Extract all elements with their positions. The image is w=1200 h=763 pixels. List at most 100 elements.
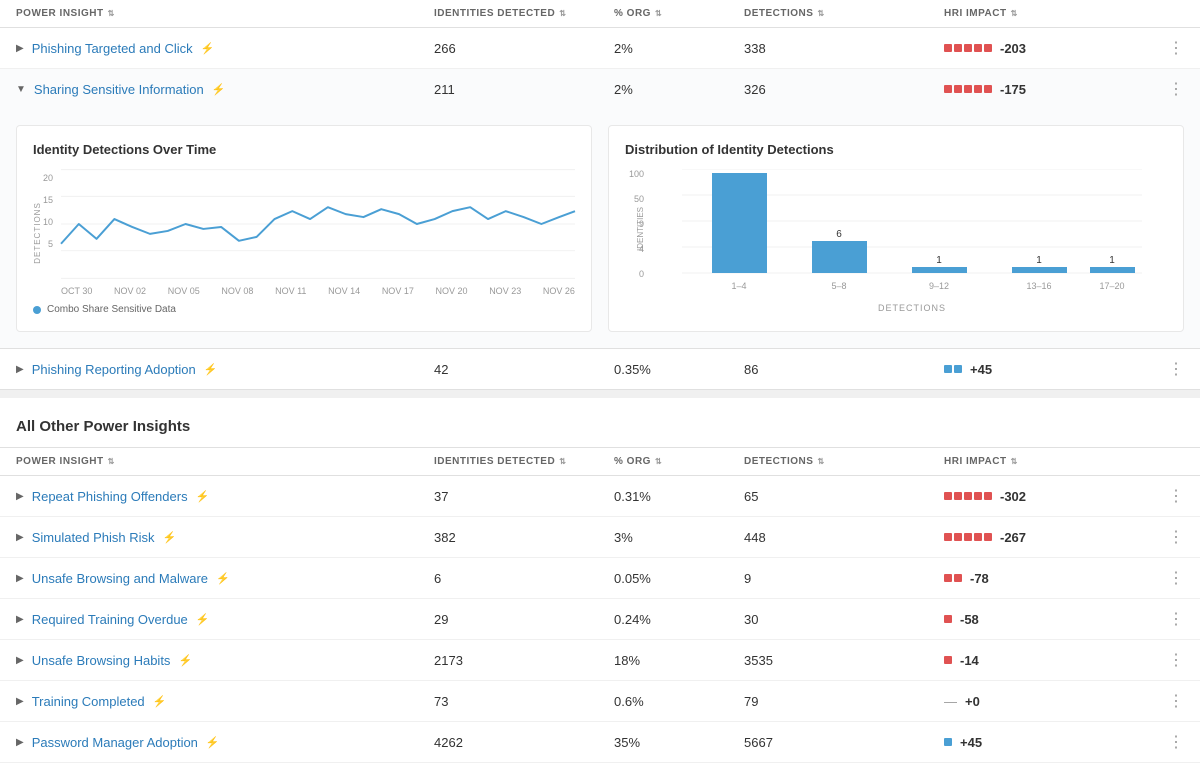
other-row-5: ▶ Training Completed ⚡ 73 0.6% 79 — +0 ⋮ <box>0 681 1200 722</box>
bar-y-50: 50 <box>634 194 644 204</box>
link-other-4[interactable]: Unsafe Browsing Habits <box>32 653 171 668</box>
y-tick-5: 5 <box>48 239 53 249</box>
link-phishing-reporting[interactable]: Phishing Reporting Adoption <box>32 362 196 377</box>
dot-other-2-0 <box>944 574 952 582</box>
dot-other-1-4 <box>984 533 992 541</box>
more-other-5[interactable]: ⋮ <box>1144 691 1184 711</box>
link-other-2[interactable]: Unsafe Browsing and Malware <box>32 571 208 586</box>
link-sharing[interactable]: Sharing Sensitive Information <box>34 82 204 97</box>
more-other-4[interactable]: ⋮ <box>1144 650 1184 670</box>
label-other-6: ▶ Password Manager Adoption ⚡ <box>16 735 434 750</box>
dot1-row1 <box>944 44 952 52</box>
ids-other-5: 73 <box>434 694 614 709</box>
expand-other-4[interactable]: ▶ <box>16 655 24 666</box>
legend-dot <box>33 306 41 314</box>
det-other-1: 448 <box>744 530 944 545</box>
legend-label: Combo Share Sensitive Data <box>47 304 176 315</box>
sort-icon-identities: ⇅ <box>559 9 566 18</box>
det-other-0: 65 <box>744 489 944 504</box>
bar-y-0: 0 <box>639 269 644 279</box>
col2-detections[interactable]: Detections ⇅ <box>744 456 944 467</box>
x-axis-label-bar: DETECTIONS <box>657 303 1167 313</box>
link-other-1[interactable]: Simulated Phish Risk <box>32 530 155 545</box>
x-label-nov05: NOV 05 <box>168 286 200 296</box>
col2-power-insight[interactable]: Power Insight ⇅ <box>16 456 434 467</box>
sort-icon-hri: ⇅ <box>1011 9 1018 18</box>
x-label-nov23: NOV 23 <box>489 286 521 296</box>
hri-other-5: — +0 <box>944 694 1144 709</box>
link-other-5[interactable]: Training Completed <box>32 694 145 709</box>
bar-13-16 <box>1012 267 1067 273</box>
expand-other-0[interactable]: ▶ <box>16 491 24 502</box>
x-label-nov08: NOV 08 <box>221 286 253 296</box>
more-other-1[interactable]: ⋮ <box>1144 527 1184 547</box>
impact-value-row1: -203 <box>1000 41 1040 56</box>
dot-other-6-0 <box>944 738 952 746</box>
more-other-6[interactable]: ⋮ <box>1144 732 1184 752</box>
pct-other-2: 0.05% <box>614 571 744 586</box>
dot-other-0-2 <box>964 492 972 500</box>
det-other-2: 9 <box>744 571 944 586</box>
expand-icon-row2[interactable]: ▼ <box>16 84 26 95</box>
expand-other-5[interactable]: ▶ <box>16 696 24 707</box>
other-rows-container: ▶ Repeat Phishing Offenders ⚡ 37 0.31% 6… <box>0 476 1200 763</box>
more-menu-row1[interactable]: ⋮ <box>1144 38 1184 58</box>
expand-other-6[interactable]: ▶ <box>16 737 24 748</box>
dot3-row1 <box>964 44 972 52</box>
identities-row2: 211 <box>434 82 614 97</box>
col2-hri[interactable]: HRI Impact ⇅ <box>944 456 1144 467</box>
link-other-0[interactable]: Repeat Phishing Offenders <box>32 489 188 504</box>
hri-other-2: -78 <box>944 571 1144 586</box>
impact-other-4: -14 <box>960 653 1000 668</box>
bar-chart-title: Distribution of Identity Detections <box>625 142 1167 157</box>
col-power-insight[interactable]: Power Insight ⇅ <box>16 8 434 19</box>
x-labels-line: OCT 30 NOV 02 NOV 05 NOV 08 NOV 11 NOV 1… <box>61 286 575 296</box>
svg-text:9–12: 9–12 <box>929 281 949 291</box>
more-other-2[interactable]: ⋮ <box>1144 568 1184 588</box>
pct-other-3: 0.24% <box>614 612 744 627</box>
impact-other-1: -267 <box>1000 530 1040 545</box>
dot-other-1-3 <box>974 533 982 541</box>
sort2-icon-hri: ⇅ <box>1011 457 1018 466</box>
col-identities-detected[interactable]: Identities Detected ⇅ <box>434 8 614 19</box>
link-phishing-click[interactable]: Phishing Targeted and Click <box>32 41 193 56</box>
dot3-row2 <box>964 85 972 93</box>
col2-pct[interactable]: % Org ⇅ <box>614 456 744 467</box>
bar-y-4: 4 <box>639 244 644 254</box>
dot-other-0-4 <box>984 492 992 500</box>
expand-icon-row1[interactable]: ▶ <box>16 43 24 54</box>
y-tick-10: 10 <box>43 217 53 227</box>
more-menu-reporting[interactable]: ⋮ <box>1144 359 1184 379</box>
more-menu-row2[interactable]: ⋮ <box>1144 79 1184 99</box>
impact-other-6: +45 <box>960 735 1000 750</box>
link-other-6[interactable]: Password Manager Adoption <box>32 735 198 750</box>
more-other-0[interactable]: ⋮ <box>1144 486 1184 506</box>
pct-other-6: 35% <box>614 735 744 750</box>
more-other-3[interactable]: ⋮ <box>1144 609 1184 629</box>
top-table-header: Power Insight ⇅ Identities Detected ⇅ % … <box>0 0 1200 28</box>
bar-chart-svg: 202 1–4 6 5–8 1 9–12 <box>657 169 1167 299</box>
dots-row2 <box>944 85 992 93</box>
col-hri-impact[interactable]: HRI Impact ⇅ <box>944 8 1144 19</box>
expand-other-2[interactable]: ▶ <box>16 573 24 584</box>
expand-other-1[interactable]: ▶ <box>16 532 24 543</box>
expand-icon-reporting[interactable]: ▶ <box>16 364 24 375</box>
main-container: Power Insight ⇅ Identities Detected ⇅ % … <box>0 0 1200 763</box>
bar-5-8 <box>812 241 867 273</box>
lightning-other-3: ⚡ <box>196 613 210 626</box>
pct-other-5: 0.6% <box>614 694 744 709</box>
det-other-6: 5667 <box>744 735 944 750</box>
link-other-3[interactable]: Required Training Overdue <box>32 612 188 627</box>
x-label-nov11: NOV 11 <box>275 286 306 296</box>
table-row-phishing-click: ▶ Phishing Targeted and Click ⚡ 266 2% 3… <box>0 28 1200 69</box>
sort2-icon-pct: ⇅ <box>655 457 662 466</box>
ids-other-4: 2173 <box>434 653 614 668</box>
col-pct-org[interactable]: % Org ⇅ <box>614 8 744 19</box>
pct-other-4: 18% <box>614 653 744 668</box>
expand-other-3[interactable]: ▶ <box>16 614 24 625</box>
col-detections[interactable]: Detections ⇅ <box>744 8 944 19</box>
col2-identities[interactable]: Identities Detected ⇅ <box>434 456 614 467</box>
svg-text:13–16: 13–16 <box>1026 281 1051 291</box>
sort-icon-pct: ⇅ <box>655 9 662 18</box>
x-label-nov26: NOV 26 <box>543 286 575 296</box>
